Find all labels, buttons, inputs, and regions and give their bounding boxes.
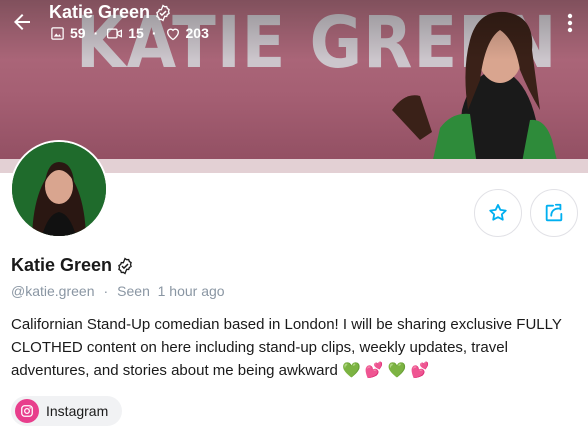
stats-separator: ·	[151, 25, 157, 41]
header-title: Katie Green	[49, 2, 172, 23]
videos-count: 15	[106, 25, 144, 41]
likes-count: 203	[165, 25, 209, 41]
more-options-button[interactable]	[560, 8, 580, 36]
likes-count-value: 203	[185, 25, 209, 41]
avatar-photo	[12, 142, 106, 236]
more-vertical-icon	[567, 13, 573, 33]
videos-count-value: 15	[128, 25, 144, 41]
stats-separator: ·	[93, 25, 99, 41]
instagram-label: Instagram	[46, 403, 109, 419]
profile-name-text: Katie Green	[11, 255, 113, 275]
last-seen-status: Seen 1 hour ago	[117, 283, 225, 299]
instagram-link[interactable]: Instagram	[11, 396, 123, 426]
header-stats: 59 · 15 · 203	[50, 25, 209, 41]
star-icon	[489, 204, 507, 221]
profile-meta: @katie.green · Seen 1 hour ago	[11, 283, 225, 299]
arrow-left-icon	[14, 14, 30, 30]
meta-separator: ·	[103, 283, 109, 299]
share-icon	[545, 203, 563, 222]
profile-name: Katie Green	[11, 255, 134, 276]
share-profile-button[interactable]	[530, 189, 578, 237]
add-to-favorites-button[interactable]	[474, 189, 522, 237]
avatar[interactable]	[10, 140, 108, 238]
profile-handle[interactable]: @katie.green	[11, 283, 94, 299]
instagram-icon	[15, 399, 39, 423]
photos-count: 59	[50, 25, 86, 41]
photos-count-value: 59	[70, 25, 86, 41]
verified-badge-icon	[118, 256, 132, 275]
profile-bio: Californian Stand-Up comedian based in L…	[11, 316, 562, 379]
verified-badge-icon	[156, 3, 170, 22]
image-icon	[51, 26, 64, 40]
video-icon	[107, 28, 123, 38]
back-button[interactable]	[10, 10, 34, 34]
header-name: Katie Green	[49, 2, 151, 22]
heart-icon	[166, 28, 179, 40]
